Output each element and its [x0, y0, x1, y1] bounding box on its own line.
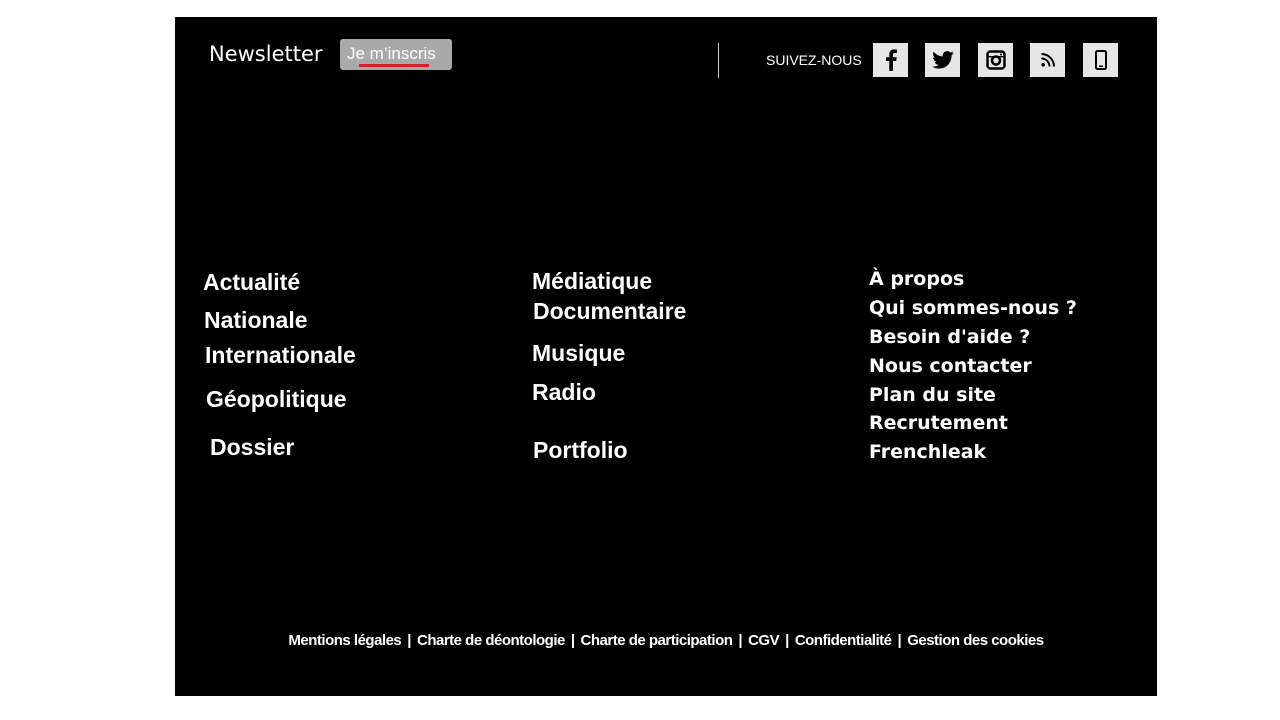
nav-link-actualite[interactable]: Actualité: [203, 269, 300, 296]
legal-link-charte-deontologie[interactable]: Charte de déontologie: [417, 632, 565, 649]
nav-link-mediatique[interactable]: Médiatique: [532, 268, 652, 295]
nav-link-documentaire[interactable]: Documentaire: [533, 298, 686, 325]
legal-links-bar: Mentions légales | Charte de déontologie | C…: [175, 632, 1157, 649]
legal-link-cookies[interactable]: Gestion des cookies: [907, 632, 1044, 649]
legal-separator: |: [785, 632, 789, 649]
legal-separator: |: [407, 632, 411, 649]
nav-link-radio[interactable]: Radio: [532, 379, 596, 406]
nav-link-recrutement[interactable]: Recrutement: [869, 412, 1008, 434]
nav-link-frenchleak[interactable]: Frenchleak: [869, 441, 986, 463]
legal-separator: |: [570, 632, 575, 649]
nav-link-internationale[interactable]: Internationale: [205, 342, 356, 369]
rss-icon: [1040, 53, 1055, 67]
header-divider: [718, 43, 719, 78]
instagram-icon: [985, 50, 1006, 70]
twitter-link[interactable]: [925, 43, 960, 77]
newsletter-title: Newsletter: [209, 42, 323, 66]
nav-link-portfolio[interactable]: Portfolio: [533, 437, 628, 464]
nav-link-musique[interactable]: Musique: [532, 340, 625, 367]
nav-link-plan-du-site[interactable]: Plan du site: [869, 384, 996, 406]
nav-link-qui-sommes-nous[interactable]: Qui sommes-nous ?: [869, 297, 1077, 319]
newsletter-subscribe-label: Je m’inscris: [347, 44, 436, 63]
legal-separator: |: [897, 632, 902, 649]
nav-link-nous-contacter[interactable]: Nous contacter: [869, 355, 1032, 377]
legal-link-cgv[interactable]: CGV: [748, 632, 780, 649]
instagram-link[interactable]: [978, 43, 1013, 77]
rss-link[interactable]: [1030, 43, 1065, 77]
facebook-icon: [885, 49, 897, 71]
newsletter-subscribe-button[interactable]: Je m’inscris: [340, 39, 452, 70]
nav-link-geopolitique[interactable]: Géopolitique: [206, 386, 347, 413]
legal-link-charte-participation[interactable]: Charte de participation: [581, 632, 733, 649]
twitter-icon: [931, 51, 954, 69]
legal-link-mentions[interactable]: Mentions légales: [288, 632, 401, 649]
button-underline: [359, 64, 429, 67]
mobile-app-link[interactable]: [1083, 43, 1118, 77]
mobile-app-icon: [1094, 50, 1107, 70]
legal-link-confidentialite[interactable]: Confidentialité: [795, 632, 892, 649]
nav-link-nationale[interactable]: Nationale: [204, 307, 308, 334]
facebook-link[interactable]: [873, 43, 908, 77]
follow-us-label: SUIVEZ-NOUS: [766, 52, 862, 68]
legal-separator: |: [738, 632, 743, 649]
nav-link-a-propos[interactable]: À propos: [869, 268, 964, 290]
nav-link-dossier[interactable]: Dossier: [210, 434, 294, 461]
nav-link-besoin-aide[interactable]: Besoin d'aide ?: [869, 326, 1030, 348]
site-footer: Newsletter Je m’inscris SUIVEZ-NOUS Actu…: [175, 17, 1157, 696]
